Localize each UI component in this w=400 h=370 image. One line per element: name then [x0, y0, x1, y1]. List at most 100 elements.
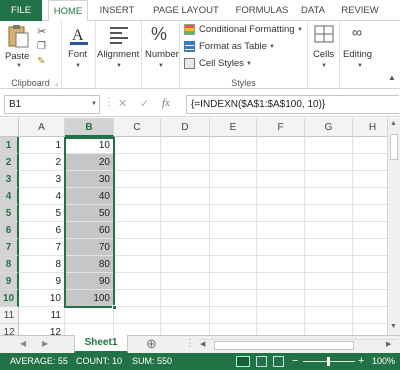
zoom-slider-thumb[interactable]	[327, 357, 330, 366]
cell-b[interactable]: 40	[65, 188, 114, 205]
cell-empty[interactable]	[257, 273, 305, 290]
cell-empty[interactable]	[257, 290, 305, 307]
cell-empty[interactable]	[257, 256, 305, 273]
column-header-a[interactable]: A	[19, 118, 65, 137]
cell-empty[interactable]	[353, 137, 387, 154]
cell-empty[interactable]	[353, 307, 387, 324]
cell-empty[interactable]	[353, 222, 387, 239]
row-header[interactable]: 1	[0, 137, 19, 154]
row-header[interactable]: 11	[0, 307, 19, 324]
cancel-icon[interactable]: ✕	[118, 97, 127, 110]
cell-b[interactable]: 20	[65, 154, 114, 171]
row-header[interactable]: 5	[0, 205, 19, 222]
h-scroll-thumb[interactable]	[214, 341, 354, 350]
column-header-e[interactable]: E	[210, 118, 257, 137]
formula-input[interactable]: {=INDEXN($A$1:$A$100, 10)}	[186, 95, 399, 114]
cell-a[interactable]: 1	[19, 137, 65, 154]
cell-empty[interactable]	[161, 137, 210, 154]
cell-empty[interactable]	[210, 256, 257, 273]
cell-b[interactable]	[65, 307, 114, 324]
cell-b[interactable]: 80	[65, 256, 114, 273]
column-header-d[interactable]: D	[161, 118, 210, 137]
row-header[interactable]: 6	[0, 222, 19, 239]
cell-empty[interactable]	[305, 171, 353, 188]
tab-insert[interactable]: INSERT	[96, 0, 138, 21]
cell-empty[interactable]	[114, 171, 161, 188]
cell-empty[interactable]	[210, 324, 257, 335]
row-header[interactable]: 12	[0, 324, 19, 335]
tab-review[interactable]: REVIEW	[336, 0, 384, 21]
cell-empty[interactable]	[305, 205, 353, 222]
column-header-g[interactable]: G	[305, 118, 353, 137]
page-break-view-icon[interactable]	[273, 356, 284, 367]
cell-empty[interactable]	[161, 171, 210, 188]
cell-empty[interactable]	[114, 222, 161, 239]
copy-icon[interactable]: ❐	[37, 41, 46, 52]
insert-function-icon[interactable]: fx	[162, 97, 170, 109]
row-header[interactable]: 2	[0, 154, 19, 171]
cells-group[interactable]: Cells ▼	[308, 21, 340, 89]
cell-empty[interactable]	[257, 171, 305, 188]
column-header-c[interactable]: C	[114, 118, 161, 137]
cell-a[interactable]: 12	[19, 324, 65, 335]
cell-empty[interactable]	[114, 256, 161, 273]
cell-a[interactable]: 6	[19, 222, 65, 239]
vertical-scrollbar[interactable]: ▲ ▼	[387, 118, 400, 335]
dialog-launcher-icon[interactable]: ⌟	[55, 79, 58, 87]
cell-empty[interactable]	[305, 324, 353, 335]
horizontal-scrollbar[interactable]: ◀ ▶	[198, 339, 398, 350]
font-group[interactable]: A Font ▼	[62, 21, 96, 89]
cell-styles-button[interactable]: Cell Styles ▼	[184, 58, 306, 72]
cell-empty[interactable]	[305, 188, 353, 205]
cell-b[interactable]: 30	[65, 171, 114, 188]
column-header-f[interactable]: F	[257, 118, 305, 137]
cell-empty[interactable]	[161, 256, 210, 273]
cell-empty[interactable]	[353, 171, 387, 188]
cell-a[interactable]: 8	[19, 256, 65, 273]
cell-empty[interactable]	[305, 273, 353, 290]
row-header[interactable]: 10	[0, 290, 19, 307]
cell-empty[interactable]	[257, 154, 305, 171]
scroll-up-icon[interactable]: ▲	[390, 120, 397, 127]
tab-page-layout[interactable]: PAGE LAYOUT	[146, 0, 226, 21]
tab-file[interactable]: FILE	[0, 0, 42, 21]
cell-empty[interactable]	[114, 205, 161, 222]
cell-empty[interactable]	[210, 307, 257, 324]
cell-empty[interactable]	[210, 171, 257, 188]
row-header[interactable]: 9	[0, 273, 19, 290]
cell-a[interactable]: 7	[19, 239, 65, 256]
cell-empty[interactable]	[353, 154, 387, 171]
row-header[interactable]: 3	[0, 171, 19, 188]
cell-empty[interactable]	[161, 205, 210, 222]
cell-empty[interactable]	[114, 154, 161, 171]
cell-empty[interactable]	[305, 290, 353, 307]
zoom-in-icon[interactable]: +	[358, 353, 364, 370]
cell-empty[interactable]	[161, 188, 210, 205]
cell-empty[interactable]	[353, 290, 387, 307]
row-header[interactable]: 4	[0, 188, 19, 205]
tab-home[interactable]: HOME	[48, 0, 88, 22]
cell-empty[interactable]	[305, 307, 353, 324]
cell-b[interactable]	[65, 324, 114, 335]
cell-empty[interactable]	[210, 273, 257, 290]
fill-handle[interactable]	[112, 305, 117, 310]
cell-empty[interactable]	[161, 324, 210, 335]
cell-empty[interactable]	[353, 188, 387, 205]
cell-b[interactable]: 90	[65, 273, 114, 290]
cell-empty[interactable]	[161, 222, 210, 239]
number-group[interactable]: % Number ▼	[142, 21, 180, 89]
cut-icon[interactable]: ✂	[37, 25, 46, 38]
cell-empty[interactable]	[210, 188, 257, 205]
format-as-table-button[interactable]: Format as Table ▼	[184, 41, 306, 55]
cell-empty[interactable]	[257, 324, 305, 335]
cell-empty[interactable]	[257, 188, 305, 205]
cell-empty[interactable]	[305, 239, 353, 256]
cell-empty[interactable]	[305, 137, 353, 154]
cell-empty[interactable]	[257, 137, 305, 154]
cell-empty[interactable]	[210, 222, 257, 239]
cell-empty[interactable]	[353, 273, 387, 290]
cell-empty[interactable]	[161, 239, 210, 256]
paste-button[interactable]: Paste ▼	[4, 23, 32, 69]
zoom-level[interactable]: 100%	[372, 353, 395, 370]
enter-icon[interactable]: ✓	[140, 97, 149, 110]
